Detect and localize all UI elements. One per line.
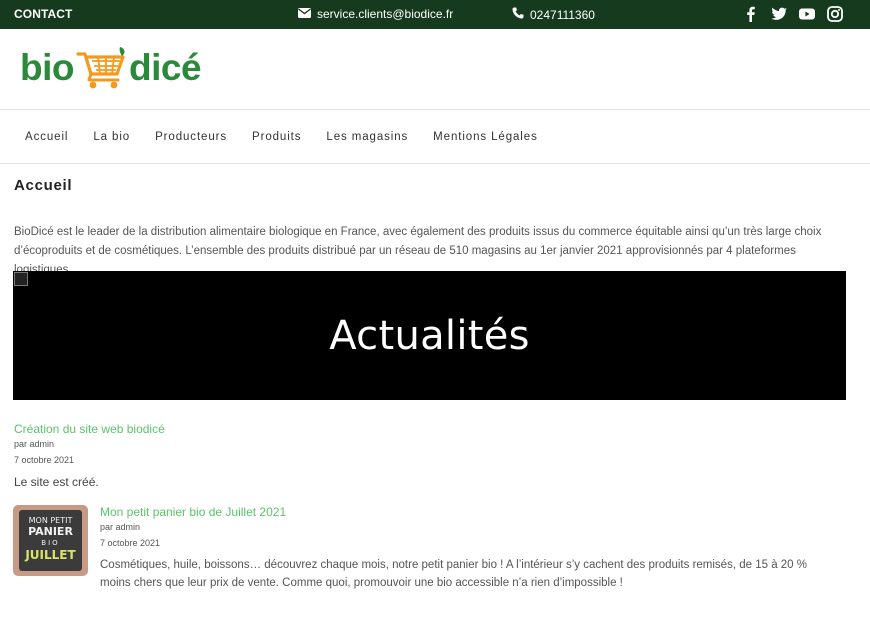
thumbnail-text-line: JUILLET xyxy=(25,548,76,562)
post-author: par admin xyxy=(100,522,141,532)
post-author: par admin xyxy=(14,439,55,449)
email-contact[interactable]: service.clients@biodice.fr xyxy=(298,7,453,21)
banner-title: Actualités xyxy=(329,312,530,359)
social-links xyxy=(742,5,844,23)
post-date: 7 octobre 2021 xyxy=(14,455,75,465)
nav-item-la-bio[interactable]: La bio xyxy=(93,131,130,143)
nav-item-les-magasins[interactable]: Les magasins xyxy=(326,131,408,143)
news-banner: Actualités xyxy=(13,271,846,400)
post-date: 7 octobre 2021 xyxy=(100,538,161,548)
top-bar: CONTACT service.clients@biodice.fr 02471… xyxy=(0,0,870,29)
phone-icon xyxy=(512,7,524,22)
twitter-icon[interactable] xyxy=(770,5,788,23)
site-header: bio dicé xyxy=(0,29,870,110)
chalkboard-image: MON PETIT PANIER BIO JUILLET xyxy=(19,510,82,571)
phone-text: 0247111360 xyxy=(530,7,595,22)
shopping-cart-icon xyxy=(76,45,128,91)
site-logo[interactable]: bio dicé xyxy=(20,45,202,91)
email-text: service.clients@biodice.fr xyxy=(317,7,454,21)
post-excerpt: Cosmétiques, huile, boissons… découvrez … xyxy=(100,559,807,589)
post-title-link[interactable]: Mon petit panier bio de Juillet 2021 xyxy=(100,505,286,519)
logo-text-left: bio xyxy=(20,47,74,88)
post-thumbnail[interactable]: MON PETIT PANIER BIO JUILLET xyxy=(13,505,88,576)
page-title: Accueil xyxy=(14,177,73,194)
nav-item-accueil[interactable]: Accueil xyxy=(25,131,68,143)
phone-contact[interactable]: 0247111360 xyxy=(512,7,595,22)
contact-link[interactable]: CONTACT xyxy=(14,7,72,21)
nav-item-produits[interactable]: Produits xyxy=(252,131,301,143)
nav-item-mentions-legales[interactable]: Mentions Légales xyxy=(433,131,538,143)
post-excerpt: Le site est créé. xyxy=(14,475,99,489)
youtube-icon[interactable] xyxy=(798,5,816,23)
thumbnail-text-line: PANIER xyxy=(28,525,73,538)
facebook-icon[interactable] xyxy=(742,5,760,23)
thumbnail-text-line: MON PETIT xyxy=(28,516,73,525)
post-title-link[interactable]: Création du site web biodicé xyxy=(14,422,165,436)
main-nav: Accueil La bio Producteurs Produits Les … xyxy=(0,110,870,164)
logo-text-right: dicé xyxy=(128,47,202,88)
instagram-icon[interactable] xyxy=(826,5,844,23)
thumbnail-text-line: BIO xyxy=(41,539,60,547)
envelope-icon xyxy=(298,7,311,21)
nav-item-producteurs[interactable]: Producteurs xyxy=(155,131,227,143)
